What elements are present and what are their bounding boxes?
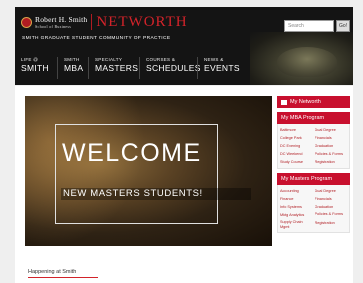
my-networth-button[interactable]: My Networth	[277, 96, 350, 108]
site-header: Robert H. Smith School of Business NETWO…	[15, 7, 353, 85]
networth-icon	[281, 99, 287, 105]
mba-link[interactable]: DC Weekend	[280, 150, 313, 158]
masters-program-links: Accounting Dual Degree Finance Financial…	[277, 185, 350, 233]
mba-link[interactable]: Baltimore	[280, 126, 313, 134]
masters-link[interactable]: Policies & Forms	[315, 211, 348, 219]
site-tagline: SMITH GRADUATE STUDENT COMMUNITY OF PRAC…	[22, 36, 171, 41]
hero-subtitle: NEW MASTERS STUDENTS!	[61, 188, 251, 200]
mba-link[interactable]: Policies & Forms	[315, 150, 348, 158]
brand-divider	[91, 14, 93, 30]
masters-link[interactable]: Graduation	[315, 203, 348, 211]
nav-life-at-smith[interactable]: LIFE @ SMITH	[15, 57, 57, 79]
main-content: WELCOME NEW MASTERS STUDENTS! Happening …	[15, 86, 353, 283]
hero-title: WELCOME	[62, 139, 202, 167]
mba-link[interactable]: Dual Degree	[315, 126, 348, 134]
masters-link[interactable]: Mktg Analytics	[280, 211, 313, 219]
site-title: NETWORTH	[96, 14, 188, 30]
search-input[interactable]: Search	[284, 20, 334, 32]
mba-link[interactable]: College Park	[280, 134, 313, 142]
masters-link[interactable]: Dual Degree	[315, 187, 348, 195]
nav-smith-mba[interactable]: SMITH MBA	[57, 57, 88, 79]
mba-link[interactable]: DC Evening	[280, 142, 313, 150]
hero-banner[interactable]: WELCOME NEW MASTERS STUDENTS!	[25, 96, 272, 246]
masters-link[interactable]: Info Systems	[280, 203, 313, 211]
masters-link[interactable]: Finance	[280, 195, 313, 203]
mba-program-links: Baltimore Dual Degree College Park Finan…	[277, 124, 350, 169]
nav-news-events[interactable]: NEWS & EVENTS	[197, 57, 240, 79]
page: Robert H. Smith School of Business NETWO…	[0, 0, 363, 283]
site-logo[interactable]: Robert H. Smith School of Business NETWO…	[21, 14, 188, 30]
school-seal-icon	[21, 16, 32, 28]
masters-link[interactable]: Registration	[315, 219, 348, 230]
nav-courses-schedules[interactable]: COURSES & SCHEDULES	[139, 57, 200, 79]
main-nav: LIFE @ SMITH SMITH MBA SPECIALTY MASTERS…	[15, 57, 240, 79]
happening-divider	[28, 277, 98, 278]
masters-link[interactable]: Financials	[315, 195, 348, 203]
header-turtle-shell	[277, 47, 337, 77]
nav-specialty-masters[interactable]: SPECIALTY MASTERS	[88, 57, 139, 79]
masters-link[interactable]: Accounting	[280, 187, 313, 195]
mba-link[interactable]: Registration	[315, 158, 348, 166]
mba-link[interactable]: Graduation	[315, 142, 348, 150]
sidebar: My Networth My MBA Program Baltimore Dua…	[277, 96, 350, 233]
school-name: Robert H. Smith	[35, 14, 88, 24]
search-button[interactable]: Go!	[336, 20, 350, 32]
masters-program-header: My Masters Program	[277, 173, 350, 185]
happening-heading: Happening at Smith	[28, 269, 77, 275]
school-subname: School of Business	[35, 23, 72, 29]
mba-link[interactable]: Financials	[315, 134, 348, 142]
masters-link[interactable]: Supply Chain Mgmt	[280, 219, 313, 230]
mba-link[interactable]: Study Course	[280, 158, 313, 166]
mba-program-header: My MBA Program	[277, 112, 350, 124]
